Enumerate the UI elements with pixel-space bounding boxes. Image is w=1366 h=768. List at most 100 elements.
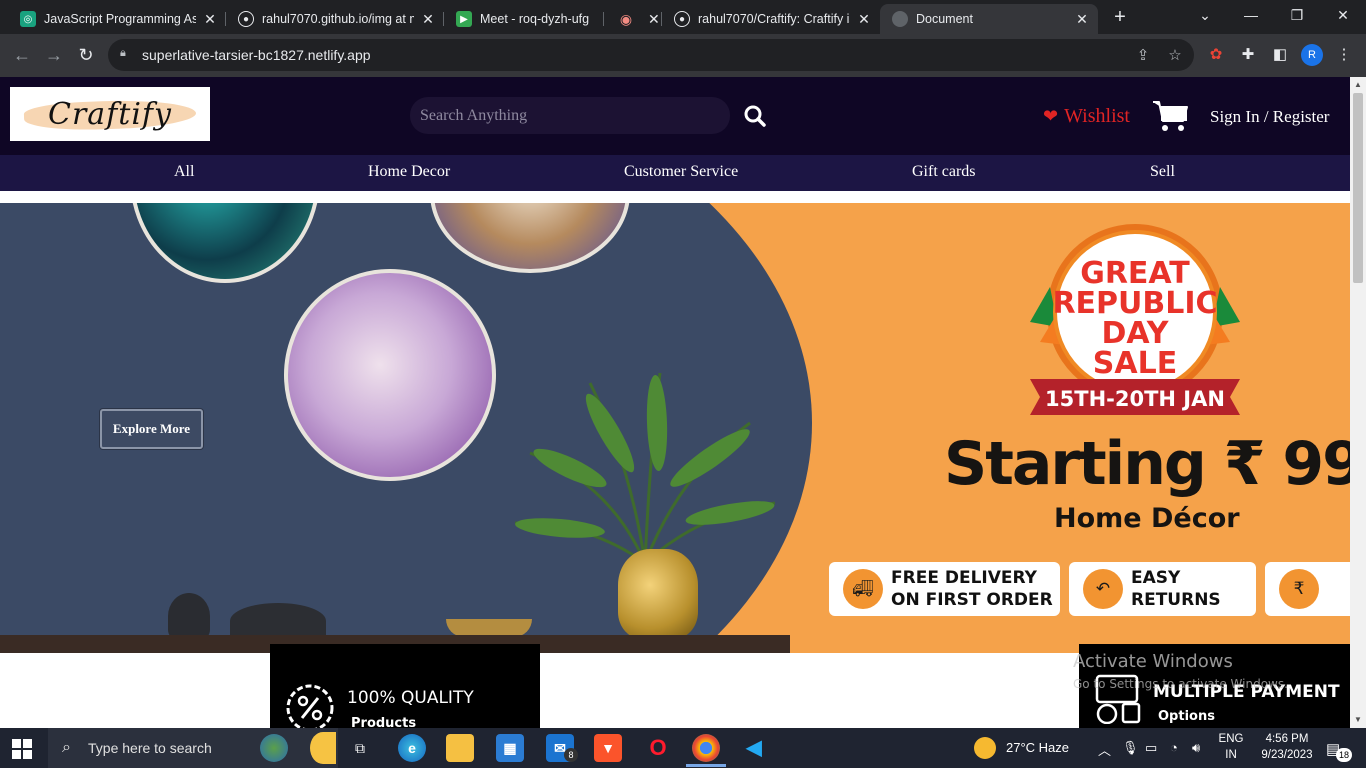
windows-taskbar: ⌕ Type here to search ⧉ e ▦ ✉ 8 ▼ O ◀ 27… [0,728,1366,768]
decor-plate-marble [430,203,630,273]
quality-subtitle: Products [351,716,417,728]
explore-more-button[interactable]: Explore More [100,409,203,449]
volume-icon[interactable]: 🔊︎ [1192,740,1200,756]
logo-text: Craftify [48,96,172,132]
close-tab-icon[interactable]: ✕ [648,11,660,28]
gold-vase [618,549,698,639]
nav-item-home-decor[interactable]: Home Decor [368,163,450,181]
wifi-icon[interactable]: ◔ [1170,740,1178,755]
tab-title: Document [916,12,973,26]
task-view-icon[interactable]: ⧉ [346,734,374,762]
close-tab-icon[interactable]: ✕ [202,11,218,28]
wishlist-link[interactable]: ❤ Wishlist [1043,105,1130,128]
microsoft-store-icon[interactable]: ▦ [496,734,524,762]
browser-tab-meet[interactable]: ▶ Meet - roq-dyzh-ufg [444,4,604,34]
craftify-logo[interactable]: Craftify [10,87,210,141]
percent-badge-icon [286,684,334,728]
mail-badge: 8 [564,748,578,762]
opera-icon[interactable]: O [644,734,672,762]
page-scrollbar[interactable]: ▲ ▼ [1350,77,1366,728]
home-decor-text: Home Décor [1054,503,1240,534]
nav-item-gift-cards[interactable]: Gift cards [912,163,976,181]
language-code[interactable]: ENG [1214,733,1248,745]
wishlist-label: Wishlist [1064,105,1130,127]
badge-dates: 15TH-20TH JAN [1045,387,1225,411]
close-window-button[interactable]: ✕ [1320,0,1366,32]
bookmark-star-icon[interactable]: ☆ [1166,47,1184,65]
return-box-icon: ↶ [1083,569,1123,609]
chevron-up-icon[interactable]: ︿ [1098,740,1111,759]
microphone-icon[interactable]: 🎙︎ [1122,740,1139,756]
hero-banner: Explore More GREAT REPUBLIC DAY SALE 15T… [0,203,1350,653]
nav-item-all[interactable]: All [174,163,194,181]
cart-icon[interactable] [1152,99,1190,133]
back-arrow-icon[interactable]: ← [10,43,34,67]
new-tab-button[interactable]: + [1108,6,1132,30]
search-input[interactable]: Search Anything [410,97,730,134]
scrollbar-thumb[interactable] [1353,93,1363,283]
black-vase-wide [230,603,326,639]
browser-tab-chatgpt[interactable]: ◎ JavaScript Programming Assis ✕ [8,4,226,34]
clock-date[interactable]: 9/23/2023 [1254,749,1320,761]
black-vase-small [168,593,210,639]
profile-avatar[interactable]: R [1301,44,1323,66]
menu-kebab-icon[interactable]: ⋮ [1335,46,1353,64]
extensions-puzzle-icon[interactable]: ✚ [1239,46,1257,64]
chatgpt-icon: ◎ [20,11,36,27]
address-bar[interactable]: 🔒︎ superlative-tarsier-bc1827.netlify.ap… [108,39,1194,71]
chrome-icon[interactable] [692,734,720,762]
browser-toolbar: ← → ↻ 🔒︎ superlative-tarsier-bc1827.netl… [0,34,1366,77]
color-picker-extension-icon[interactable]: ✿ [1207,46,1225,64]
close-tab-icon[interactable]: ✕ [420,11,436,28]
nav-item-customer-service[interactable]: Customer Service [624,163,738,181]
reload-icon[interactable]: ↻ [74,43,98,67]
minimize-button[interactable]: — [1228,0,1274,32]
close-tab-icon[interactable]: ✕ [856,11,872,28]
browser-tab-document[interactable]: Document ✕ [880,4,1098,34]
notification-count: 18 [1336,748,1352,762]
browser-tab-github-img[interactable]: ● rahul7070.github.io/img at m ✕ [226,4,444,34]
scroll-down-icon[interactable]: ▼ [1350,712,1366,728]
weather-sun-icon [974,737,996,759]
decor-plate-teal [130,203,320,283]
web-page: Craftify Search Anything ❤ Wishlist Sign… [0,77,1350,728]
weather-text[interactable]: 27°C Haze [1006,740,1069,755]
file-explorer-icon[interactable] [446,734,474,762]
scroll-up-icon[interactable]: ▲ [1350,77,1366,93]
vscode-icon[interactable]: ◀ [740,734,768,762]
taskbar-search-placeholder: Type here to search [88,740,212,756]
tab-search-icon[interactable]: ⌄ [1182,0,1228,32]
edge-icon[interactable]: e [398,734,426,762]
clock-time[interactable]: 4:56 PM [1254,733,1320,745]
nav-item-sell[interactable]: Sell [1150,163,1175,181]
close-tab-icon[interactable]: ✕ [1074,11,1090,28]
tab-title: rahul7070.github.io/img at m [262,12,414,26]
starting-price-text: Starting ₹ 99 [944,429,1350,499]
republic-day-sale-badge: GREAT REPUBLIC DAY SALE 15TH-20TH JAN [1030,224,1240,415]
github-icon: ● [674,11,690,27]
search-icon[interactable] [740,101,770,131]
recording-icon: ◉ [619,10,633,27]
battery-icon[interactable]: ▭ [1145,740,1157,756]
windows-start-icon[interactable] [12,739,32,759]
activate-windows-subtitle: Go to Settings to activate Windows. [1073,677,1288,691]
maximize-button[interactable]: ❐ [1274,0,1320,32]
weather-search-highlight-icon [310,732,336,764]
badge-line-4: SALE [1093,346,1177,381]
globe-icon [892,11,908,27]
browser-tab-github-craftify[interactable]: ● rahul7070/Craftify: Craftify is ✕ [662,4,880,34]
language-region[interactable]: IN [1214,749,1248,761]
signin-register-link[interactable]: Sign In / Register [1210,107,1329,127]
browser-tab-recording[interactable]: ◉ ✕ [606,4,662,34]
fern-plant [514,372,776,563]
share-icon[interactable]: ⇪ [1134,47,1152,65]
active-app-indicator [686,764,726,767]
taskbar-search-box[interactable]: ⌕ Type here to search [48,728,338,768]
search-icon: ⌕ [62,739,71,756]
brave-icon[interactable]: ▼ [594,734,622,762]
tab-title: Meet - roq-dyzh-ufg [480,12,590,26]
url-text[interactable]: superlative-tarsier-bc1827.netlify.app [142,47,371,63]
side-panel-icon[interactable]: ◧ [1271,46,1289,64]
feature-free-delivery: 🚚︎ FREE DELIVERY ON FIRST ORDER [829,562,1060,616]
forward-arrow-icon[interactable]: → [42,43,66,67]
